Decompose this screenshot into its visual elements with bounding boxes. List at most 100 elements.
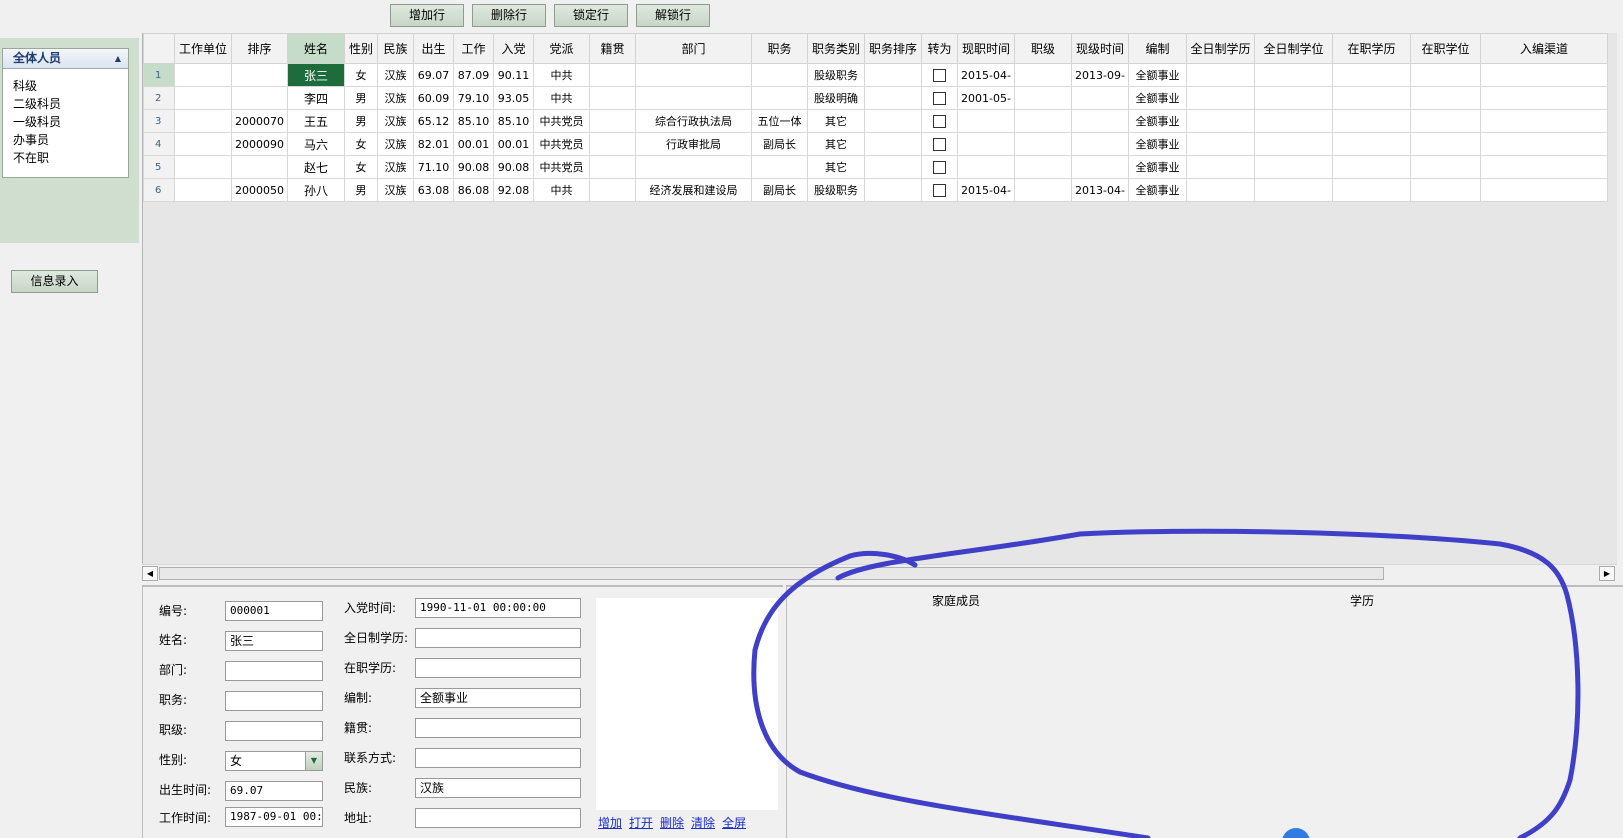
column-header[interactable]: 性别 [344, 33, 378, 64]
table-cell[interactable]: 副局长 [751, 178, 808, 202]
table-cell[interactable]: 00.01 [493, 132, 534, 156]
table-cell[interactable]: 全额事业 [1128, 63, 1187, 87]
table-cell[interactable]: 92.08 [493, 178, 534, 202]
table-cell[interactable] [1480, 132, 1608, 156]
category-item[interactable]: 办事员 [3, 131, 128, 149]
table-cell[interactable]: 86.08 [453, 178, 494, 202]
table-cell[interactable] [1186, 86, 1255, 110]
rank-field[interactable] [225, 721, 323, 741]
table-cell[interactable]: 男 [344, 109, 378, 133]
table-cell[interactable]: 2000090 [231, 132, 288, 156]
table-cell[interactable]: 其它 [807, 109, 865, 133]
table-cell[interactable] [957, 132, 1015, 156]
table-cell[interactable] [1480, 109, 1608, 133]
contact-field[interactable] [415, 748, 581, 768]
table-cell[interactable] [864, 132, 922, 156]
collapse-arrow-icon[interactable]: ▲ [115, 49, 121, 68]
table-cell[interactable] [174, 63, 232, 87]
table-cell[interactable]: 69.07 [413, 63, 454, 87]
checkbox-icon[interactable] [933, 160, 946, 174]
table-cell[interactable]: 71.10 [413, 155, 454, 179]
column-header[interactable]: 全日制学历 [1186, 33, 1255, 64]
convert-checkbox[interactable] [921, 86, 958, 110]
table-cell[interactable] [1014, 178, 1072, 202]
info-entry-button[interactable]: 信息录入 [11, 270, 98, 293]
table-cell[interactable]: 中共 [533, 178, 590, 202]
table-cell[interactable]: 女 [344, 132, 378, 156]
name-field[interactable]: 张三 [225, 631, 323, 651]
table-cell[interactable]: 其它 [807, 132, 865, 156]
photo-box[interactable] [596, 598, 778, 810]
table-cell[interactable] [174, 155, 232, 179]
table-cell[interactable] [864, 178, 922, 202]
table-cell[interactable]: 00.01 [453, 132, 494, 156]
table-cell[interactable]: 男 [344, 178, 378, 202]
horizontal-scrollbar[interactable]: ◀ ▶ [142, 564, 1617, 581]
convert-checkbox[interactable] [921, 178, 958, 202]
convert-checkbox[interactable] [921, 109, 958, 133]
table-cell[interactable]: 中共党员 [533, 155, 590, 179]
table-cell[interactable] [1254, 132, 1333, 156]
table-row[interactable]: 2 李四男汉族 60.09 79.10 93.05 中共 股级明确 2001-05- 全额事业 [143, 86, 1608, 110]
table-cell[interactable] [1071, 155, 1129, 179]
add-row-button[interactable]: 增加行 [390, 4, 464, 27]
table-cell[interactable] [231, 63, 288, 87]
table-cell[interactable] [864, 109, 922, 133]
category-list-header[interactable]: 全体人员 ▲ [3, 49, 128, 69]
table-cell[interactable] [864, 155, 922, 179]
table-cell[interactable]: 中共 [533, 63, 590, 87]
table-cell[interactable]: 79.10 [453, 86, 494, 110]
staffing-field[interactable]: 全额事业 [415, 688, 581, 708]
table-cell[interactable]: 63.08 [413, 178, 454, 202]
table-cell[interactable]: 2000070 [231, 109, 288, 133]
row-number[interactable]: 6 [143, 178, 175, 202]
table-cell[interactable] [231, 86, 288, 110]
table-cell[interactable]: 孙八 [287, 178, 345, 202]
table-cell[interactable] [1480, 86, 1608, 110]
table-cell[interactable] [1410, 178, 1481, 202]
category-list[interactable]: 全体人员 ▲ 科级 二级科员 一级科员 办事员 不在职 [2, 48, 129, 178]
category-item[interactable]: 科级 [3, 77, 128, 95]
table-cell[interactable] [1410, 132, 1481, 156]
personnel-grid[interactable]: 工作单位 排序 姓名 性别 民族 出生 工作 入党 党派 籍贯 部门 职务 职务类别 职务排序 转为 现职时间… [142, 33, 1617, 565]
table-cell[interactable] [1410, 155, 1481, 179]
table-cell[interactable]: 汉族 [377, 63, 414, 87]
table-cell[interactable] [1186, 178, 1255, 202]
fulltime-edu-field[interactable] [415, 628, 581, 648]
photo-delete-link[interactable]: 删除 [660, 816, 684, 830]
table-cell[interactable] [635, 86, 752, 110]
table-cell[interactable] [1254, 155, 1333, 179]
column-header[interactable]: 排序 [231, 33, 288, 64]
table-cell[interactable] [1254, 178, 1333, 202]
checkbox-icon[interactable] [933, 68, 946, 82]
table-cell[interactable] [1071, 109, 1129, 133]
table-cell[interactable]: 全额事业 [1128, 132, 1187, 156]
table-cell[interactable] [1332, 86, 1411, 110]
photo-clear-link[interactable]: 清除 [691, 816, 715, 830]
row-number[interactable]: 2 [143, 86, 175, 110]
table-cell[interactable] [957, 109, 1015, 133]
table-cell[interactable]: 85.10 [493, 109, 534, 133]
table-cell[interactable]: 2001-05- [957, 86, 1015, 110]
column-header[interactable]: 工作单位 [174, 33, 232, 64]
category-item[interactable]: 不在职 [3, 149, 128, 167]
column-header[interactable]: 籍贯 [589, 33, 636, 64]
convert-checkbox[interactable] [921, 132, 958, 156]
table-cell[interactable] [751, 86, 808, 110]
table-cell[interactable] [1254, 86, 1333, 110]
table-cell[interactable] [589, 155, 636, 179]
column-header[interactable]: 全日制学位 [1254, 33, 1333, 64]
table-cell[interactable]: 93.05 [493, 86, 534, 110]
table-cell[interactable] [864, 63, 922, 87]
table-cell[interactable] [1332, 178, 1411, 202]
table-cell[interactable]: 股级明确 [807, 86, 865, 110]
table-cell[interactable]: 全额事业 [1128, 155, 1187, 179]
table-cell[interactable] [1186, 132, 1255, 156]
table-cell[interactable]: 87.09 [453, 63, 494, 87]
row-number[interactable]: 4 [143, 132, 175, 156]
table-cell[interactable]: 60.09 [413, 86, 454, 110]
table-cell[interactable] [1332, 132, 1411, 156]
parttime-edu-field[interactable] [415, 658, 581, 678]
table-cell[interactable]: 中共党员 [533, 132, 590, 156]
table-cell[interactable]: 女 [344, 155, 378, 179]
